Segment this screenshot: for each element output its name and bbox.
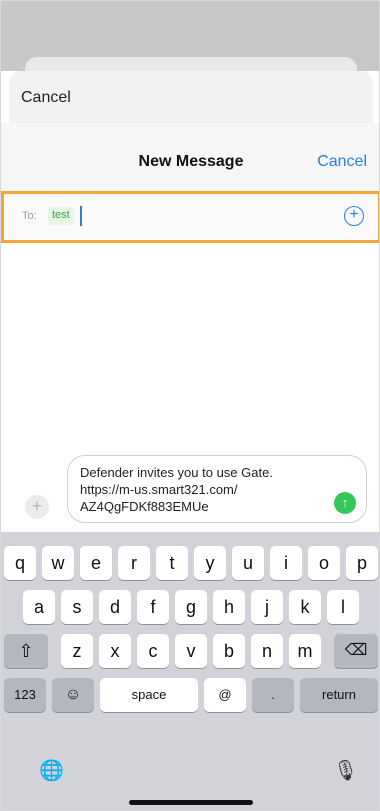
at-key[interactable]: @ [204,678,246,712]
key-d[interactable]: d [99,590,131,624]
key-y[interactable]: y [194,546,226,580]
key-l[interactable]: l [327,590,359,624]
key-q[interactable]: q [4,546,36,580]
key-a[interactable]: a [23,590,55,624]
shift-icon[interactable]: ⇧ [4,634,48,668]
share-cancel-button[interactable]: Cancel [21,89,71,107]
key-s[interactable]: s [61,590,93,624]
delete-icon[interactable]: ⌫ [334,634,378,668]
key-w[interactable]: w [42,546,74,580]
key-f[interactable]: f [137,590,169,624]
key-b[interactable]: b [213,634,245,668]
message-text: Defender invites you to use Gate. https:… [80,465,273,514]
key-r[interactable]: r [118,546,150,580]
key-j[interactable]: j [251,590,283,624]
return-key[interactable]: return [300,678,378,712]
dot-key[interactable]: . [252,678,294,712]
key-g[interactable]: g [175,590,207,624]
message-input[interactable]: Defender invites you to use Gate. https:… [67,455,367,523]
key-x[interactable]: x [99,634,131,668]
numbers-key[interactable]: 123 [4,678,46,712]
key-p[interactable]: p [346,546,378,580]
to-label: To: [22,210,37,222]
key-v[interactable]: v [175,634,207,668]
key-o[interactable]: o [308,546,340,580]
key-e[interactable]: e [80,546,112,580]
mic-icon[interactable]: 🎙 [333,758,358,783]
key-c[interactable]: c [137,634,169,668]
keyboard: q w e r t y u i o p a s d f g h j k l ⇧ … [1,532,379,810]
key-u[interactable]: u [232,546,264,580]
key-n[interactable]: n [251,634,283,668]
key-m[interactable]: m [289,634,321,668]
to-field[interactable]: To: test + [1,191,379,243]
key-t[interactable]: t [156,546,188,580]
key-z[interactable]: z [61,634,93,668]
globe-icon[interactable]: 🌐 [39,758,64,783]
home-indicator [129,800,253,805]
text-caret [80,206,82,226]
key-h[interactable]: h [213,590,245,624]
plus-circle-icon[interactable]: + [344,206,364,226]
emoji-icon[interactable]: ☺ [52,678,94,712]
recipient-chip[interactable]: test [48,207,74,225]
key-i[interactable]: i [270,546,302,580]
plus-icon[interactable]: + [25,495,49,519]
cancel-button[interactable]: Cancel [317,153,367,171]
screen: Cancel New Message Cancel To: test + + D… [0,0,380,811]
key-k[interactable]: k [289,590,321,624]
space-key[interactable]: space [100,678,198,712]
arrow-up-icon[interactable]: ↑ [334,492,356,514]
